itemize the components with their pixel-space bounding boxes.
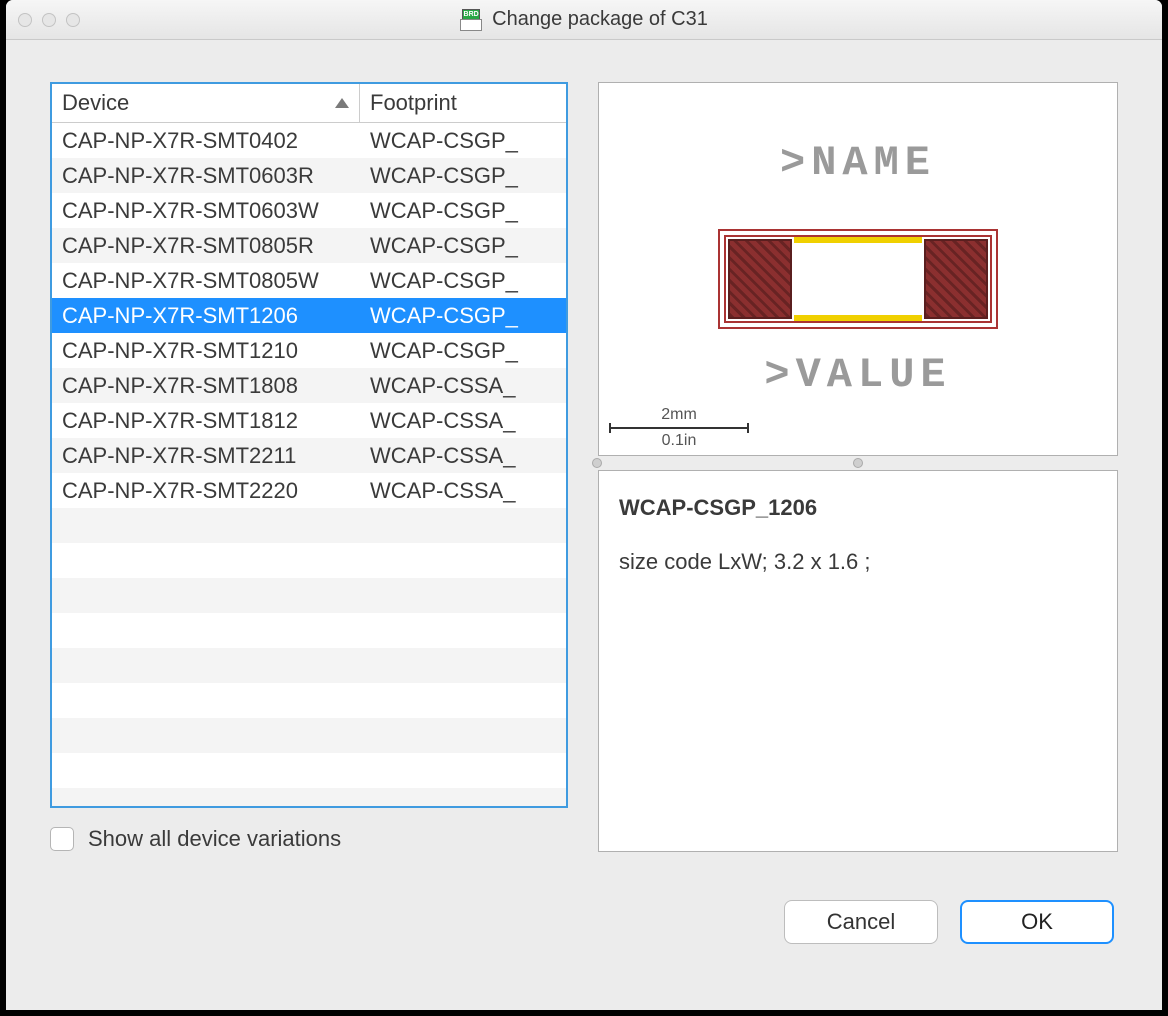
device-cell: CAP-NP-X7R-SMT1210 xyxy=(52,338,360,364)
table-row[interactable]: CAP-NP-X7R-SMT1206WCAP-CSGP_ xyxy=(52,298,566,333)
list-header: Device Footprint xyxy=(52,84,566,123)
preview-component xyxy=(718,229,998,329)
table-row[interactable]: CAP-NP-X7R-SMT1812WCAP-CSSA_ xyxy=(52,403,566,438)
right-panel: >NAME >VALUE 2mm xyxy=(598,82,1118,852)
device-cell: CAP-NP-X7R-SMT0805R xyxy=(52,233,360,259)
sort-ascending-icon xyxy=(335,98,349,108)
show-all-variations-checkbox[interactable] xyxy=(50,827,74,851)
scale-mm: 2mm xyxy=(661,407,697,423)
zoom-window-button[interactable] xyxy=(66,13,80,27)
description-body: size code LxW; 3.2 x 1.6 ; xyxy=(619,549,1097,575)
table-row[interactable]: CAP-NP-X7R-SMT2211WCAP-CSSA_ xyxy=(52,438,566,473)
footprint-cell: WCAP-CSGP_ xyxy=(360,128,566,154)
device-cell: CAP-NP-X7R-SMT1812 xyxy=(52,408,360,434)
pad-right xyxy=(924,239,988,319)
footprint-cell: WCAP-CSSA_ xyxy=(360,443,566,469)
footprint-cell: WCAP-CSGP_ xyxy=(360,233,566,259)
traffic-lights xyxy=(18,13,80,27)
ok-button[interactable]: OK xyxy=(960,900,1114,944)
dialog-content: Device Footprint CAP-NP-X7R-SMT0402WCAP-… xyxy=(6,40,1162,1010)
empty-row xyxy=(52,578,566,613)
device-cell: CAP-NP-X7R-SMT1206 xyxy=(52,303,360,329)
device-cell: CAP-NP-X7R-SMT0603W xyxy=(52,198,360,224)
table-row[interactable]: CAP-NP-X7R-SMT0603WWCAP-CSGP_ xyxy=(52,193,566,228)
table-row[interactable]: CAP-NP-X7R-SMT1808WCAP-CSSA_ xyxy=(52,368,566,403)
preview-value-placeholder: >VALUE xyxy=(668,351,1048,399)
empty-row xyxy=(52,718,566,753)
footprint-cell: WCAP-CSSA_ xyxy=(360,408,566,434)
column-header-device-label: Device xyxy=(62,90,129,116)
left-panel: Device Footprint CAP-NP-X7R-SMT0402WCAP-… xyxy=(50,82,568,852)
description-title: WCAP-CSGP_1206 xyxy=(619,495,1097,521)
table-row[interactable]: CAP-NP-X7R-SMT2220WCAP-CSSA_ xyxy=(52,473,566,508)
column-header-footprint-label: Footprint xyxy=(370,90,457,115)
table-row[interactable]: CAP-NP-X7R-SMT0402WCAP-CSGP_ xyxy=(52,123,566,158)
empty-row xyxy=(52,543,566,578)
preview-name-placeholder: >NAME xyxy=(668,139,1048,187)
table-row[interactable]: CAP-NP-X7R-SMT0603RWCAP-CSGP_ xyxy=(52,158,566,193)
close-window-button[interactable] xyxy=(18,13,32,27)
footprint-cell: WCAP-CSGP_ xyxy=(360,338,566,364)
table-row[interactable]: CAP-NP-X7R-SMT0805WWCAP-CSGP_ xyxy=(52,263,566,298)
footprint-cell: WCAP-CSGP_ xyxy=(360,163,566,189)
show-all-variations-label: Show all device variations xyxy=(88,826,341,852)
empty-row xyxy=(52,613,566,648)
button-row: Cancel OK xyxy=(50,900,1118,944)
table-row[interactable]: CAP-NP-X7R-SMT1210WCAP-CSGP_ xyxy=(52,333,566,368)
scale-in: 0.1in xyxy=(662,433,697,449)
titlebar: BRD Change package of C31 xyxy=(6,0,1162,40)
empty-row xyxy=(52,508,566,543)
cancel-button[interactable]: Cancel xyxy=(784,900,938,944)
dialog-window: BRD Change package of C31 Device Footpri… xyxy=(6,0,1162,1010)
device-cell: CAP-NP-X7R-SMT2211 xyxy=(52,443,360,469)
footprint-cell: WCAP-CSGP_ xyxy=(360,198,566,224)
column-header-footprint[interactable]: Footprint xyxy=(360,84,566,122)
scale-indicator: 2mm 0.1in xyxy=(609,441,749,449)
minimize-window-button[interactable] xyxy=(42,13,56,27)
show-all-variations-row: Show all device variations xyxy=(50,826,568,852)
empty-row xyxy=(52,683,566,718)
device-cell: CAP-NP-X7R-SMT0805W xyxy=(52,268,360,294)
footprint-preview[interactable]: >NAME >VALUE 2mm xyxy=(598,82,1118,456)
empty-row xyxy=(52,648,566,683)
title-wrap: BRD Change package of C31 xyxy=(6,8,1162,31)
empty-row xyxy=(52,753,566,788)
device-cell: CAP-NP-X7R-SMT2220 xyxy=(52,478,360,504)
column-header-device[interactable]: Device xyxy=(52,84,360,122)
device-cell: CAP-NP-X7R-SMT0402 xyxy=(52,128,360,154)
device-list[interactable]: Device Footprint CAP-NP-X7R-SMT0402WCAP-… xyxy=(50,82,568,808)
footprint-cell: WCAP-CSSA_ xyxy=(360,478,566,504)
footprint-cell: WCAP-CSSA_ xyxy=(360,373,566,399)
device-cell: CAP-NP-X7R-SMT1808 xyxy=(52,373,360,399)
device-cell: CAP-NP-X7R-SMT0603R xyxy=(52,163,360,189)
footprint-cell: WCAP-CSGP_ xyxy=(360,303,566,329)
brd-file-icon: BRD xyxy=(460,9,482,31)
pad-left xyxy=(728,239,792,319)
list-body: CAP-NP-X7R-SMT0402WCAP-CSGP_CAP-NP-X7R-S… xyxy=(52,123,566,806)
description-panel: WCAP-CSGP_1206 size code LxW; 3.2 x 1.6 … xyxy=(598,470,1118,852)
window-title: Change package of C31 xyxy=(492,8,708,31)
footprint-cell: WCAP-CSGP_ xyxy=(360,268,566,294)
empty-row xyxy=(52,788,566,806)
table-row[interactable]: CAP-NP-X7R-SMT0805RWCAP-CSGP_ xyxy=(52,228,566,263)
vertical-splitter[interactable] xyxy=(598,456,1118,470)
